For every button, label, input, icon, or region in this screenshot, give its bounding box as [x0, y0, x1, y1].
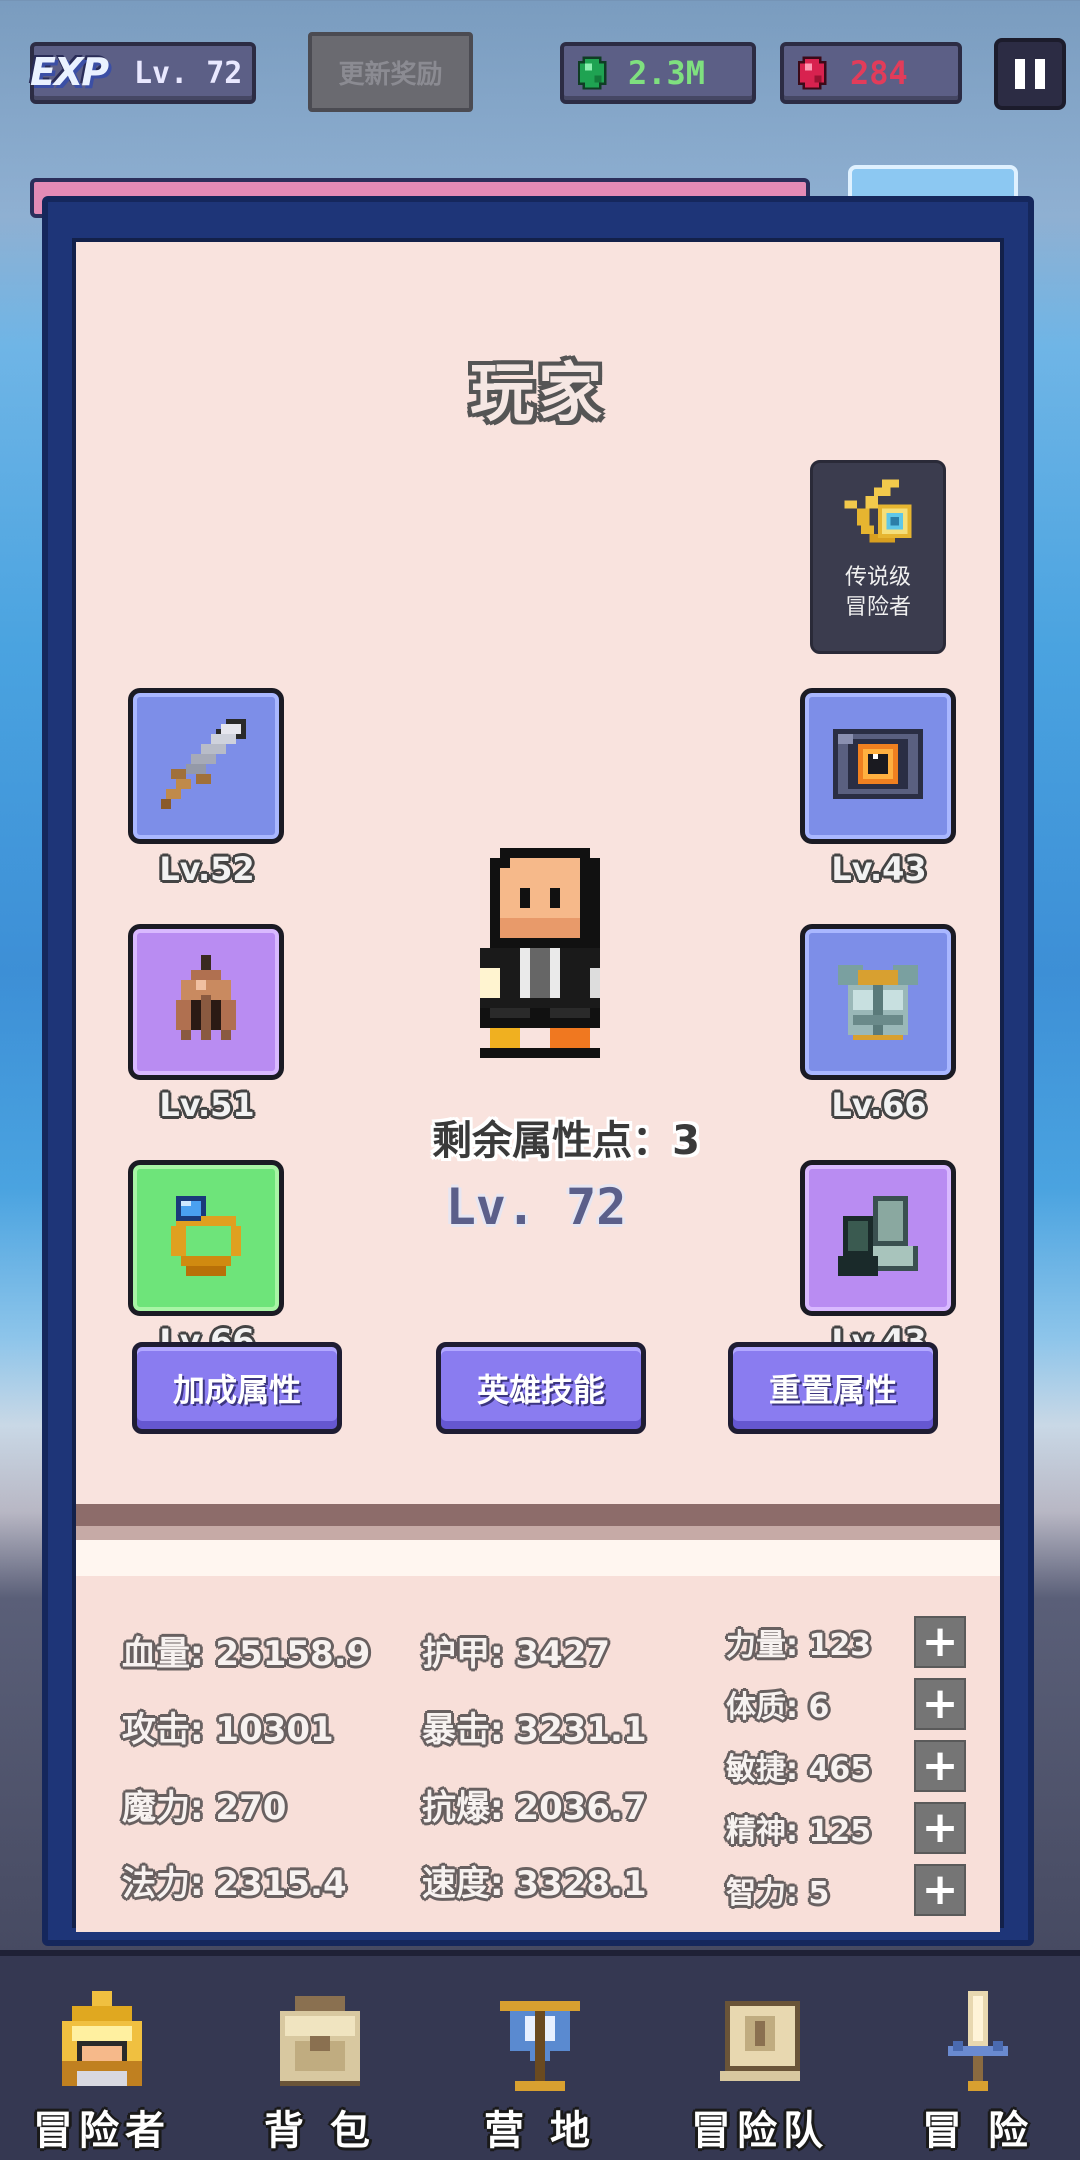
- stat-hp: 血量: 25158.9: [122, 1634, 371, 1674]
- emerald-gem-icon: [572, 53, 612, 93]
- attr-constitution: 体质: 6: [726, 1690, 830, 1725]
- exp-level-display[interactable]: EXP Lv. 72: [30, 42, 256, 104]
- pause-icon: [1015, 59, 1025, 89]
- stat-armor: 护甲: 3427: [422, 1634, 611, 1674]
- helmet-level: Lv.51: [159, 1086, 255, 1124]
- backpack-icon: [265, 1986, 375, 2100]
- panel-title: 玩家: [470, 357, 606, 431]
- helmet-icon: [161, 950, 251, 1054]
- nav-guild-label: 冒险队: [691, 2108, 829, 2154]
- nav-backpack[interactable]: 背 包: [220, 1986, 420, 2160]
- emerald-amount: 2.3M: [628, 54, 706, 92]
- player-panel: 玩家 传说级 冒险者 Lv.52 Lv.51 Lv.66 Lv.43 Lv.66…: [42, 196, 1034, 1946]
- helmet-slot[interactable]: [128, 924, 284, 1080]
- ruby-gem-icon: [792, 53, 832, 93]
- weapon-slot[interactable]: [128, 688, 284, 844]
- ruby-currency[interactable]: 284: [780, 42, 962, 104]
- divider: [76, 1540, 1000, 1576]
- armor-slot[interactable]: [800, 924, 956, 1080]
- attr-strength: 力量: 123: [726, 1628, 872, 1663]
- ring-slot[interactable]: [128, 1160, 284, 1316]
- nav-adventure-label: 冒 险: [922, 2108, 1034, 2154]
- divider: [76, 1504, 1000, 1526]
- stat-crit-resist: 抗爆: 2036.7: [422, 1788, 647, 1828]
- stat-attack: 攻击: 10301: [122, 1710, 334, 1750]
- nav-guild[interactable]: 冒险队: [660, 1986, 860, 2160]
- bottom-navigation: 冒险者 背 包 营 地 冒险队 冒 险: [0, 1950, 1080, 2160]
- guild-book-icon: [705, 1986, 815, 2100]
- nav-camp-label: 营 地: [484, 2108, 596, 2154]
- attr-agility: 敏捷: 465: [726, 1752, 872, 1787]
- attr-intelligence: 智力: 5: [726, 1876, 830, 1911]
- nav-adventurer-label: 冒险者: [33, 2108, 171, 2154]
- boots-icon: [828, 1186, 928, 1290]
- add-strength-button[interactable]: +: [914, 1616, 966, 1668]
- pause-button[interactable]: [994, 38, 1066, 110]
- camp-banner-icon: [485, 1986, 595, 2100]
- ruby-amount: 284: [850, 54, 908, 92]
- boots-slot[interactable]: [800, 1160, 956, 1316]
- legendary-adventurer-badge[interactable]: 传说级 冒险者: [810, 460, 946, 654]
- amulet-slot[interactable]: [800, 688, 956, 844]
- armor-level: Lv.66: [831, 1086, 927, 1124]
- stat-mana: 法力: 2315.4: [122, 1864, 347, 1904]
- add-spirit-button[interactable]: +: [914, 1802, 966, 1854]
- weapon-level: Lv.52: [159, 850, 255, 888]
- nav-adventure[interactable]: 冒 险: [878, 1986, 1078, 2160]
- stat-magic: 魔力: 270: [122, 1788, 287, 1828]
- update-reward-button[interactable]: 更新奖励: [308, 32, 473, 112]
- nav-adventurer[interactable]: 冒险者: [2, 1986, 202, 2160]
- bonus-attributes-button[interactable]: 加成属性: [132, 1342, 342, 1434]
- stat-speed: 速度: 3328.1: [422, 1864, 647, 1904]
- legendary-emblem-icon: [836, 475, 920, 559]
- add-constitution-button[interactable]: +: [914, 1678, 966, 1730]
- exp-badge: EXP: [30, 50, 109, 94]
- reset-attributes-button[interactable]: 重置属性: [728, 1342, 938, 1434]
- stats-section: 血量: 25158.9 攻击: 10301 魔力: 270 法力: 2315.4…: [76, 1576, 1000, 1932]
- ring-icon: [156, 1186, 256, 1290]
- add-agility-button[interactable]: +: [914, 1740, 966, 1792]
- stat-crit: 暴击: 3231.1: [422, 1710, 647, 1750]
- chest-armor-icon: [828, 950, 928, 1054]
- divider: [76, 1526, 1000, 1540]
- player-character-sprite[interactable]: [480, 846, 630, 1074]
- player-level-label: Lv. 72: [134, 55, 243, 91]
- sword-hilt-icon: [923, 1986, 1033, 2100]
- amulet-level: Lv.43: [831, 850, 927, 888]
- emerald-currency[interactable]: 2.3M: [560, 42, 756, 104]
- legendary-badge-text: 传说级 冒险者: [844, 565, 911, 620]
- add-intelligence-button[interactable]: +: [914, 1864, 966, 1916]
- attr-spirit: 精神: 125: [726, 1814, 872, 1849]
- nav-camp[interactable]: 营 地: [440, 1986, 640, 2160]
- hero-level-label: Lv. 72: [445, 1178, 627, 1236]
- sword-icon: [151, 709, 261, 823]
- golden-helmet-icon: [47, 1986, 157, 2100]
- eye-amulet-icon: [823, 714, 933, 818]
- nav-backpack-label: 背 包: [264, 2108, 376, 2154]
- remaining-attribute-points: 剩余属性点：3: [432, 1118, 700, 1164]
- player-panel-content: 玩家 传说级 冒险者 Lv.52 Lv.51 Lv.66 Lv.43 Lv.66…: [72, 238, 1004, 1932]
- hero-display-area: 玩家 传说级 冒险者 Lv.52 Lv.51 Lv.66 Lv.43 Lv.66…: [76, 242, 1000, 1504]
- hero-skills-button[interactable]: 英雄技能: [436, 1342, 646, 1434]
